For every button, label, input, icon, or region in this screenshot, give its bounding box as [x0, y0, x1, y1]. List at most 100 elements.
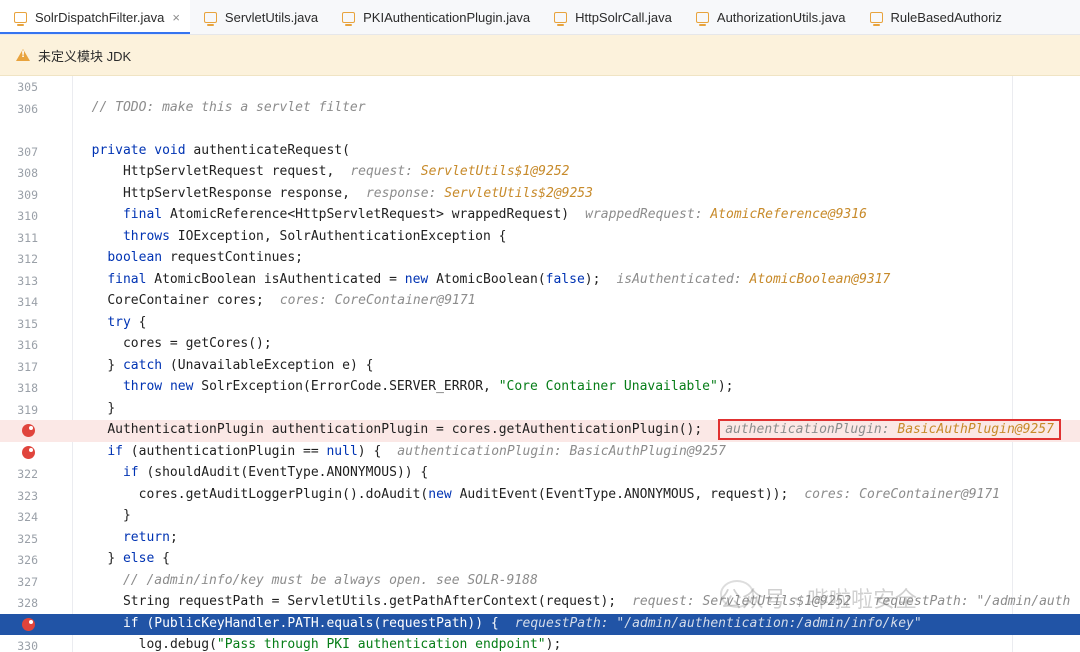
- code-text: HttpServletResponse response,: [122, 185, 350, 201]
- code-text: cores.getAuditLoggerPlugin().doAudit(new…: [138, 486, 789, 502]
- line-number: 306: [17, 101, 38, 116]
- code-text: try {: [107, 314, 147, 330]
- java-file-icon: [695, 11, 709, 26]
- line-number: 319: [17, 402, 38, 417]
- code-line[interactable]: 309 HttpServletResponse response, response…: [0, 184, 1080, 206]
- code-line[interactable]: 318 throw new SolrException(ErrorCode.SER…: [0, 377, 1080, 399]
- code-line[interactable]: AuthenticationPlugin authenticationPlugi…: [0, 419, 1080, 442]
- code-line[interactable]: 323 cores.getAuditLoggerPlugin().doAudit(…: [0, 485, 1080, 507]
- code-text: if (authenticationPlugin == null) {: [107, 443, 382, 459]
- code-text: throws IOException, SolrAuthenticationEx…: [122, 228, 507, 244]
- code-line[interactable]: if (PublicKeyHandler.PATH.equals(request…: [0, 613, 1080, 635]
- code-text: AuthenticationPlugin authenticationPlugi…: [107, 422, 703, 437]
- code-text: CoreContainer cores;: [107, 293, 264, 308]
- line-number: 326: [17, 553, 38, 567]
- code-text: // /admin/info/key must be always open. …: [122, 572, 538, 588]
- code-text: return;: [122, 529, 178, 545]
- tab-rulebasedauthoriz[interactable]: RuleBasedAuthoriz: [856, 0, 1012, 34]
- tab-pkiauthenticationplugin[interactable]: PKIAuthenticationPlugin.java: [328, 0, 540, 34]
- code-line[interactable]: 311 throws IOException, SolrAuthenticatio…: [0, 227, 1080, 249]
- code-line[interactable]: 314 CoreContainer cores; cores: CoreContai…: [0, 291, 1080, 313]
- code-line[interactable]: 308 HttpServletRequest request, request: S…: [0, 162, 1080, 184]
- code-line[interactable]: 316 cores = getCores();: [0, 334, 1080, 356]
- watermark-text: 公众号 · 哔啦啦安全: [720, 588, 917, 613]
- line-number: 315: [17, 316, 38, 331]
- code-line[interactable]: 330 log.debug("Pass through PKI authentic…: [0, 635, 1080, 652]
- tab-solrdispatchfilter[interactable]: SolrDispatchFilter.java ×: [0, 0, 190, 34]
- inline-debug-value: request: ServletUtils$1@9252: [350, 164, 570, 179]
- line-number: 310: [17, 209, 38, 223]
- tab-label: RuleBasedAuthoriz: [890, 9, 1002, 25]
- code-line[interactable]: if (authenticationPlugin == null) { authe…: [0, 442, 1080, 464]
- tab-servletutils[interactable]: ServletUtils.java: [190, 0, 328, 34]
- code-line[interactable]: 328 String requestPath = ServletUtils.get…: [0, 592, 1080, 614]
- code-line[interactable]: [0, 119, 1080, 141]
- java-file-icon: [869, 11, 883, 26]
- breakpoint-icon[interactable]: [22, 445, 35, 459]
- line-number: 325: [17, 531, 38, 546]
- code-line[interactable]: 326 } else {: [0, 549, 1080, 571]
- tab-label: AuthorizationUtils.java: [716, 9, 846, 25]
- line-number: 312: [17, 252, 38, 266]
- tab-label: PKIAuthenticationPlugin.java: [363, 9, 531, 25]
- code-text: final AtomicReference<HttpServletRequest…: [122, 207, 570, 222]
- code-line[interactable]: 319}: [0, 399, 1080, 421]
- code-text: private void authenticateRequest(: [91, 142, 350, 158]
- code-line[interactable]: 310 final AtomicReference<HttpServletRequ…: [0, 205, 1080, 227]
- tab-label: SolrDispatchFilter.java: [35, 9, 165, 25]
- line-number: 317: [17, 359, 38, 374]
- code-line[interactable]: 306 // TODO: make this a servlet filter: [0, 98, 1080, 120]
- line-number: 307: [17, 144, 38, 159]
- warning-icon: [16, 49, 30, 61]
- line-number: 311: [17, 230, 38, 245]
- banner-text: 未定义模块 JDK: [38, 48, 132, 64]
- line-number: 309: [17, 187, 38, 202]
- code-text: cores = getCores();: [122, 336, 272, 351]
- code-text: log.debug("Pass through PKI authenticati…: [138, 637, 562, 652]
- line-number: 323: [17, 488, 38, 503]
- line-number: 305: [17, 80, 38, 94]
- line-number: 318: [17, 381, 38, 395]
- tab-label: HttpSolrCall.java: [575, 9, 672, 25]
- java-file-icon: [554, 11, 568, 26]
- line-number: 324: [17, 510, 38, 524]
- breakpoint-icon[interactable]: [22, 617, 35, 631]
- inline-debug-value: cores: CoreContainer@9171: [279, 293, 476, 308]
- code-text: boolean requestContinues;: [107, 250, 303, 265]
- code-text: throw new SolrException(ErrorCode.SERVER…: [122, 379, 734, 394]
- java-file-icon: [342, 11, 356, 26]
- code-editor[interactable]: 305 306 // TODO: make this a servlet filte…: [0, 76, 1080, 652]
- code-line[interactable]: 307 private void authenticateRequest(: [0, 141, 1080, 163]
- inline-debug-value: response: ServletUtils$2@9253: [365, 185, 593, 201]
- java-file-icon: [14, 11, 27, 26]
- line-number: 314: [17, 295, 38, 309]
- code-text: HttpServletRequest request,: [122, 164, 335, 179]
- close-tab-icon[interactable]: ×: [172, 10, 180, 25]
- tab-label: ServletUtils.java: [224, 9, 319, 25]
- code-line[interactable]: 312 boolean requestContinues;: [0, 248, 1080, 270]
- line-number: 316: [17, 338, 38, 352]
- code-line[interactable]: 327 // /admin/info/key must be always ope…: [0, 571, 1080, 593]
- breakpoint-icon[interactable]: [22, 424, 35, 437]
- code-line[interactable]: 315 try {: [0, 313, 1080, 335]
- line-number: 313: [17, 273, 38, 288]
- code-line[interactable]: 324}: [0, 506, 1080, 528]
- line-number: 330: [17, 639, 38, 652]
- code-line[interactable]: 317} catch (UnavailableException e) {: [0, 356, 1080, 378]
- line-number: 308: [17, 166, 38, 180]
- inline-debug-value: isAuthenticated: AtomicBoolean@9317: [616, 271, 891, 287]
- code-text: } else {: [107, 551, 170, 566]
- code-line[interactable]: 325 return;: [0, 528, 1080, 550]
- code-line[interactable]: 305: [0, 76, 1080, 98]
- code-text: // TODO: make this a servlet filter: [91, 99, 366, 115]
- line-number: 328: [17, 596, 38, 610]
- tab-httpsolrcall[interactable]: HttpSolrCall.java: [540, 0, 682, 34]
- code-line[interactable]: 313 final AtomicBoolean isAuthenticated =…: [0, 270, 1080, 292]
- jdk-warning-banner: 未定义模块 JDK: [0, 35, 1080, 76]
- code-line[interactable]: 322 if (shouldAudit(EventType.ANONYMOUS))…: [0, 463, 1080, 485]
- inline-debug-value: authenticationPlugin: BasicAuthPlugin@92…: [397, 443, 727, 459]
- tab-authorizationutils[interactable]: AuthorizationUtils.java: [682, 0, 856, 34]
- java-file-icon: [203, 11, 217, 26]
- code-text: String requestPath = ServletUtils.getPat…: [122, 594, 617, 609]
- code-text: }: [122, 508, 131, 523]
